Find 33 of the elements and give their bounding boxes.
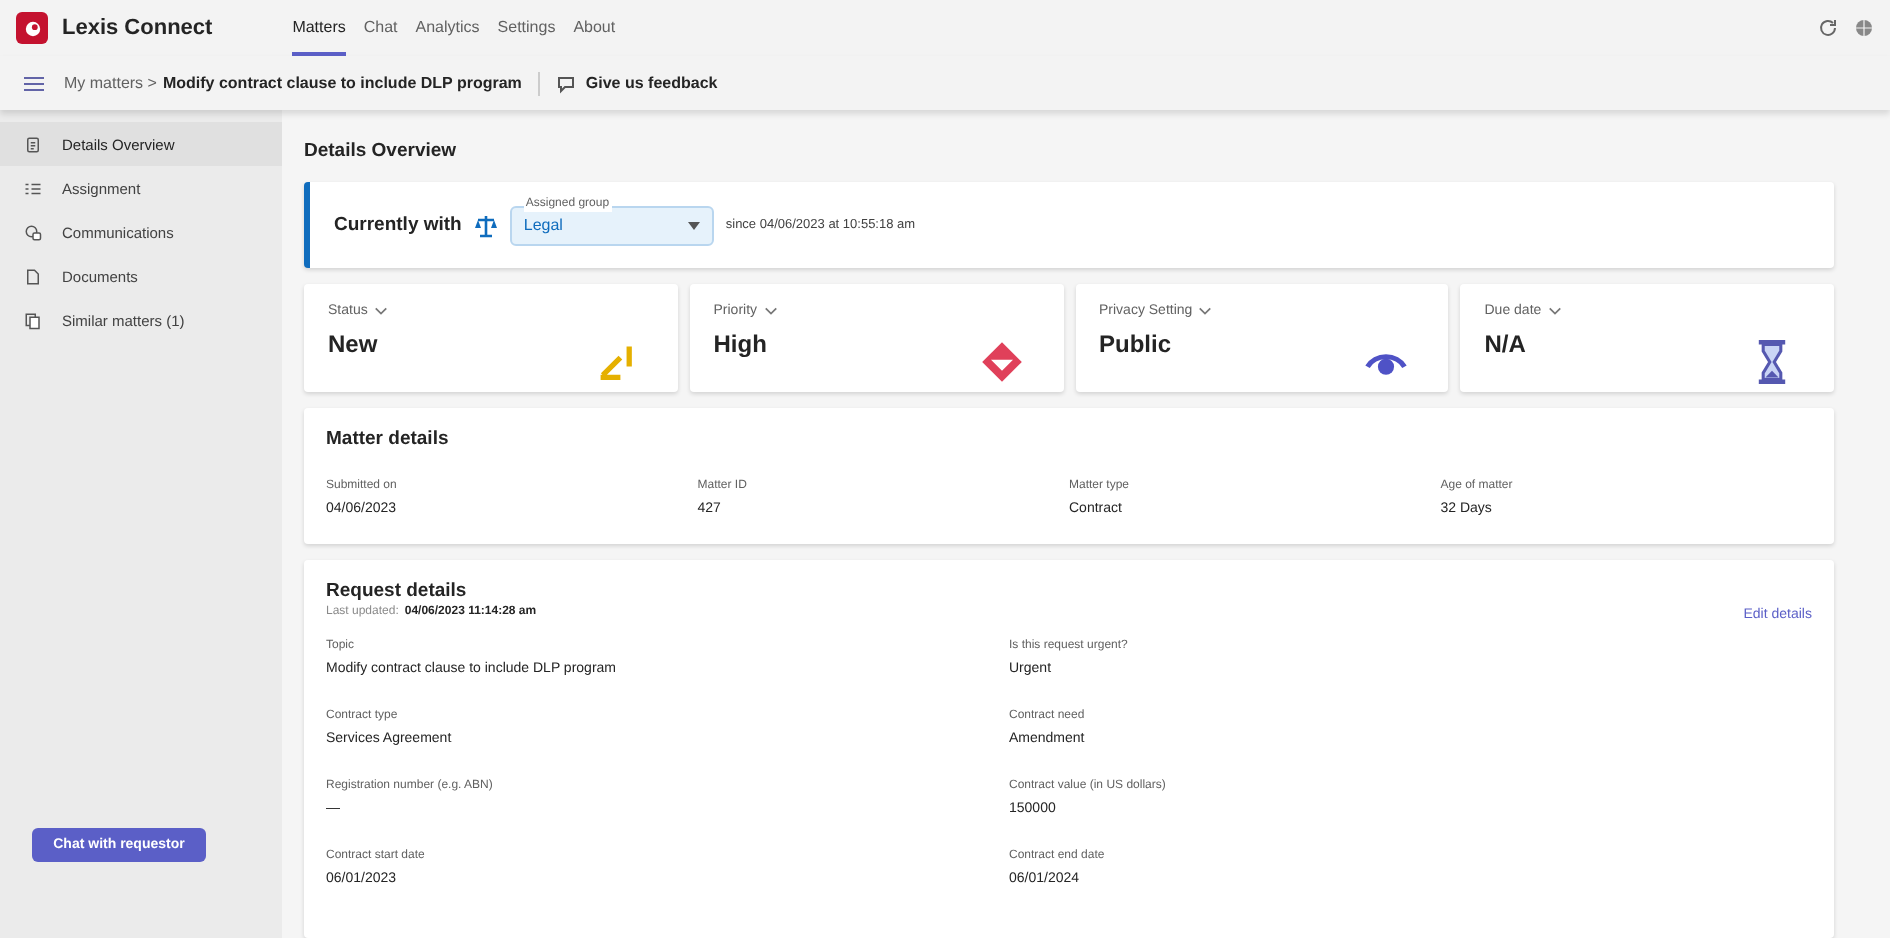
globe-icon[interactable] (1854, 18, 1874, 38)
breadcrumb-link[interactable]: My matters > (64, 74, 157, 92)
list-icon (24, 179, 42, 197)
app-title: Lexis Connect (62, 16, 213, 40)
page-title: Details Overview (304, 140, 459, 162)
feedback-link[interactable]: Give us feedback (585, 74, 718, 92)
metric-value: High (713, 330, 769, 358)
metric-value: New (328, 330, 380, 358)
chevron-down-icon (763, 306, 778, 316)
feedback-icon[interactable] (555, 73, 576, 93)
page-icon (24, 267, 42, 285)
caret-icon (687, 221, 700, 229)
card-title: Request details (326, 580, 469, 602)
nav-tab[interactable]: Chat (363, 0, 398, 56)
chat-icon (24, 223, 42, 241)
app-logo-icon (16, 12, 48, 44)
metric-value: N/A (1484, 330, 1528, 358)
copy-icon (24, 311, 42, 329)
menu-icon[interactable] (24, 75, 44, 91)
chevron-down-icon (1547, 306, 1562, 316)
doc-icon (24, 135, 42, 153)
diamond-arrow-icon (979, 340, 1023, 384)
currently-with-label: Currently with (334, 214, 462, 236)
nav-tab[interactable]: Analytics (415, 0, 480, 56)
nav-tab[interactable]: About (573, 0, 616, 56)
metric-value: Public (1099, 330, 1174, 358)
breadcrumb-current: Modify contract clause to include DLP program (162, 74, 522, 92)
card-title: Matter details (326, 428, 451, 450)
chevron-down-icon (373, 306, 388, 316)
chevron-down-icon (1198, 306, 1213, 316)
nav-tab[interactable]: Settings (497, 0, 556, 56)
refresh-icon[interactable] (1818, 18, 1838, 38)
scales-icon (473, 213, 498, 237)
